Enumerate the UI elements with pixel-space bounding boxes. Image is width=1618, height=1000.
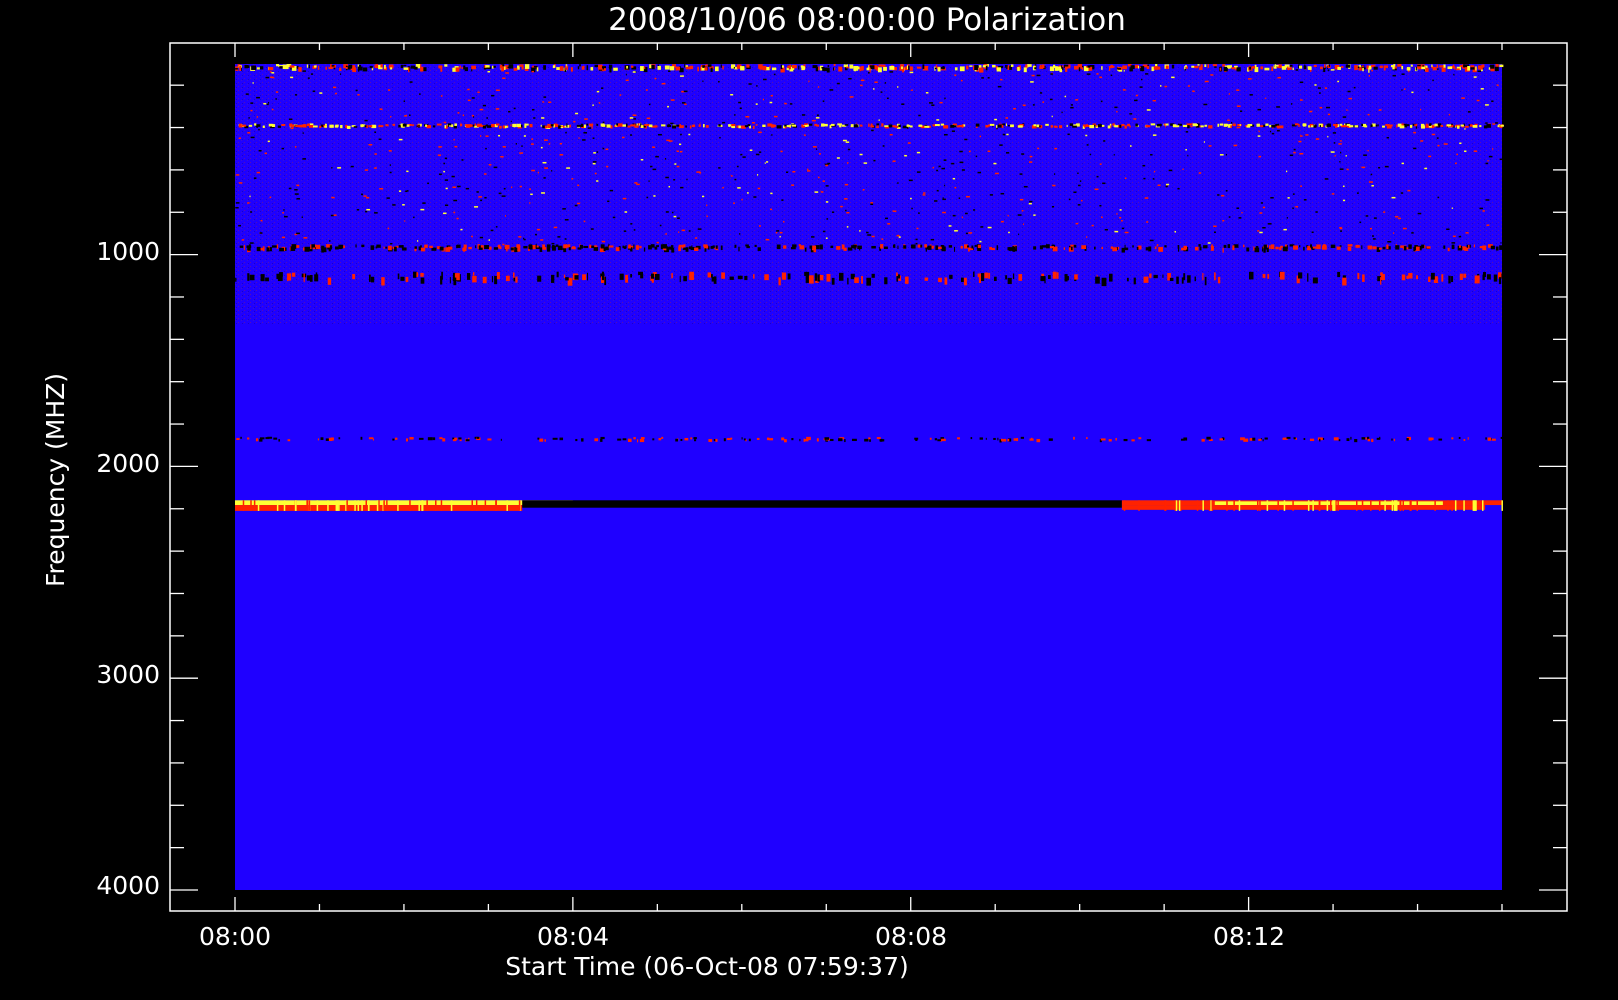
band-dark-middle bbox=[522, 500, 1122, 508]
x-tick-label-0812: 08:12 bbox=[1213, 922, 1285, 951]
y-tick-labels: 1000 2000 3000 4000 bbox=[96, 237, 160, 900]
spectrogram-chart: 2008/10/06 08:00:00 Polarization 08:00 0… bbox=[41, 2, 1568, 981]
y-axis-label: Frequency (MHZ) bbox=[41, 373, 70, 587]
x-tick-label-0800: 08:00 bbox=[199, 922, 271, 951]
y-tick-label-3000: 3000 bbox=[96, 660, 160, 689]
y-tick-label-1000: 1000 bbox=[96, 237, 160, 266]
band-hot-right bbox=[1214, 501, 1443, 506]
x-tick-label-0808: 08:08 bbox=[875, 922, 947, 951]
x-tick-label-0804: 08:04 bbox=[537, 922, 609, 951]
chart-title: 2008/10/06 08:00:00 Polarization bbox=[608, 2, 1126, 38]
y-tick-label-2000: 2000 bbox=[96, 449, 160, 478]
x-tick-labels: 08:00 08:04 08:08 08:12 bbox=[199, 922, 1285, 951]
x-axis-label: Start Time (06-Oct-08 07:59:37) bbox=[505, 952, 908, 981]
y-tick-label-4000: 4000 bbox=[96, 871, 160, 900]
